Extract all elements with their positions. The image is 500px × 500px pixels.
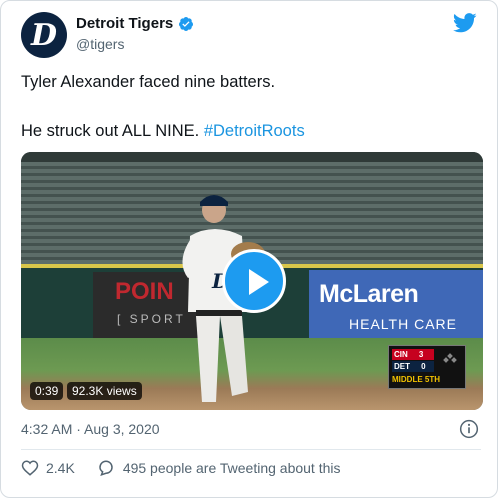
ad-left-title: POIN bbox=[115, 278, 174, 305]
scorebug-score1: 3 bbox=[418, 350, 424, 359]
video-duration: 0:39 bbox=[30, 382, 64, 400]
video-player[interactable]: POIN [ SPORT McLaren HEALTH CARE D CIN 3… bbox=[21, 152, 483, 410]
hashtag-link[interactable]: #DetroitRoots bbox=[204, 122, 305, 140]
author-row: Detroit Tigers bbox=[76, 15, 194, 32]
scorebug-team2: DET bbox=[394, 362, 410, 371]
bases-diamond-icon bbox=[443, 353, 457, 363]
scorebug-team1: CIN bbox=[394, 350, 408, 359]
play-button[interactable] bbox=[222, 249, 286, 313]
twitter-bird-icon[interactable] bbox=[453, 13, 477, 33]
tweet-text-strikeout: He struck out ALL NINE. bbox=[21, 122, 204, 140]
play-icon bbox=[249, 269, 269, 295]
heart-icon[interactable] bbox=[21, 459, 39, 477]
author-name[interactable]: Detroit Tigers bbox=[76, 15, 173, 32]
stadium-roof bbox=[21, 152, 483, 162]
ad-board-right: McLaren HEALTH CARE bbox=[309, 270, 483, 338]
author-handle[interactable]: @tigers bbox=[76, 36, 124, 52]
reply-bubble-icon[interactable] bbox=[97, 459, 115, 477]
ad-right-subtitle: HEALTH CARE bbox=[349, 316, 457, 332]
tweet-actions: 2.4K 495 people are Tweeting about this bbox=[21, 459, 341, 477]
scorebug: CIN 3 DET 0 MIDDLE 5TH bbox=[388, 345, 466, 389]
tweet-text-line1: Tyler Alexander faced nine batters. bbox=[21, 73, 276, 91]
verified-badge-icon bbox=[179, 16, 194, 31]
divider bbox=[21, 449, 481, 450]
avatar-logo: D bbox=[30, 17, 57, 53]
tweet-timestamp[interactable]: 4:32 AM · Aug 3, 2020 bbox=[21, 421, 160, 437]
tweet-text-line2: He struck out ALL NINE. #DetroitRoots bbox=[21, 122, 305, 141]
video-views: 92.3K views bbox=[67, 382, 142, 400]
like-count[interactable]: 2.4K bbox=[46, 460, 75, 476]
scorebug-row-away: CIN 3 bbox=[392, 349, 434, 360]
info-icon[interactable] bbox=[459, 419, 479, 439]
tweet-card: D Detroit Tigers @tigers Tyler Alexander… bbox=[0, 0, 498, 498]
scorebug-score2: 0 bbox=[421, 362, 426, 371]
ad-right-title: McLaren bbox=[319, 280, 419, 308]
avatar[interactable]: D bbox=[21, 12, 67, 58]
tweeting-about-link[interactable]: 495 people are Tweeting about this bbox=[123, 460, 341, 476]
scorebug-inning: MIDDLE 5TH bbox=[392, 375, 440, 384]
scorebug-row-home: DET 0 bbox=[392, 361, 434, 372]
